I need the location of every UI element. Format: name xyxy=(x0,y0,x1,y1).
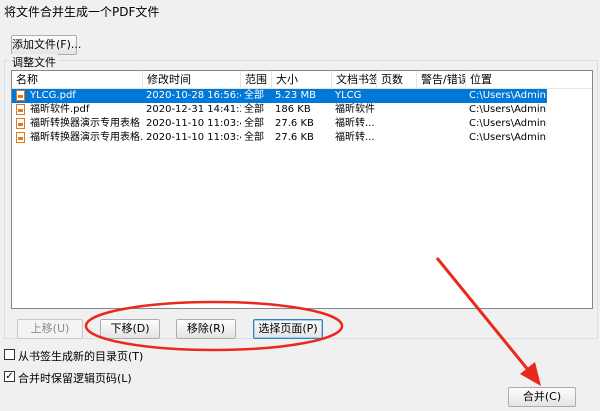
highlight-ellipse xyxy=(84,300,344,352)
annotation-overlay xyxy=(84,257,541,386)
annotation-arrow-line xyxy=(435,257,535,377)
